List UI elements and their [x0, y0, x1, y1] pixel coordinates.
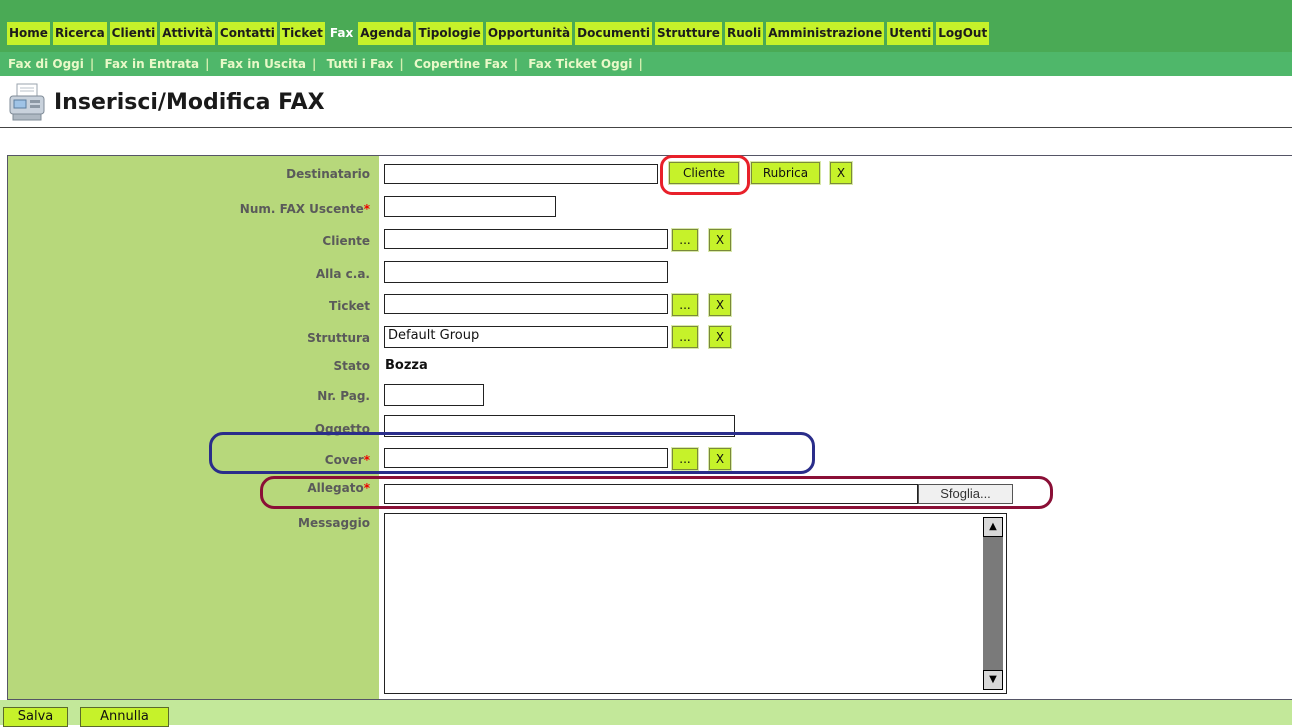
destinatario-clear-button[interactable]: X [829, 161, 853, 185]
menu-item-attivita[interactable]: Attività [160, 22, 215, 45]
messaggio-textarea[interactable]: ▲ ▼ [384, 513, 1007, 694]
alla-ca-label: Alla c.a. [315, 267, 370, 281]
sfoglia-button[interactable]: Sfoglia... [918, 484, 1013, 504]
subnav-separator: | [399, 57, 404, 71]
menu-item-ricerca[interactable]: Ricerca [52, 22, 107, 45]
struttura-input[interactable]: Default Group [384, 326, 668, 348]
scroll-up-arrow-icon[interactable]: ▲ [983, 517, 1003, 537]
oggetto-input[interactable] [384, 415, 735, 437]
menu-item-logout[interactable]: LogOut [936, 22, 990, 45]
subnav-separator: | [513, 57, 519, 71]
sub-navigation: Fax di Oggi | Fax in Entrata | Fax in Usci… [0, 52, 1292, 76]
action-bar [0, 700, 1292, 725]
ticket-clear-button[interactable]: X [708, 293, 732, 317]
menu-item-agenda[interactable]: Agenda [358, 22, 414, 45]
struttura-clear-button[interactable]: X [708, 325, 732, 349]
subnav-separator: | [89, 57, 95, 71]
fax-machine-icon [8, 82, 46, 122]
num-fax-input[interactable] [384, 196, 556, 217]
subnav-tutti-i-fax[interactable]: Tutti i Fax [327, 57, 394, 71]
salva-button[interactable]: Salva [3, 707, 68, 727]
cover-input[interactable] [384, 448, 668, 468]
menu-item-contatti[interactable]: Contatti [217, 22, 277, 45]
messaggio-label: Messaggio [298, 516, 370, 530]
required-asterisk: * [363, 453, 370, 467]
page-header: Inserisci/Modifica FAX [8, 80, 325, 124]
allegato-file-input[interactable] [384, 484, 918, 504]
menu-item-utenti[interactable]: Utenti [887, 22, 934, 45]
oggetto-label: Oggetto [314, 422, 370, 436]
num-fax-label: Num. FAX Uscente* [239, 202, 370, 216]
page-title: Inserisci/Modifica FAX [54, 89, 325, 115]
stato-label: Stato [333, 359, 370, 373]
ticket-label: Ticket [329, 299, 370, 313]
subnav-fax-in-uscita[interactable]: Fax in Uscita [220, 57, 306, 71]
menu-item-fax[interactable]: Fax [327, 22, 356, 45]
allegato-label: Allegato* [307, 481, 370, 495]
annulla-button[interactable]: Annulla [80, 707, 169, 727]
required-asterisk: * [363, 202, 370, 216]
menu-item-home[interactable]: Home [7, 22, 50, 45]
menu-item-tipologie[interactable]: Tipologie [416, 22, 483, 45]
menu-item-amministrazione[interactable]: Amministrazione [766, 22, 885, 45]
subnav-separator: | [638, 57, 643, 71]
scroll-down-arrow-icon[interactable]: ▼ [983, 670, 1003, 690]
title-divider [0, 127, 1292, 128]
main-menu: Home Ricerca Clienti Attività Contatti T… [7, 22, 990, 45]
alla-ca-input[interactable] [384, 261, 668, 283]
subnav-separator: | [205, 57, 210, 71]
cliente-button[interactable]: Cliente [668, 161, 740, 185]
cover-browse-button[interactable]: ... [671, 447, 699, 471]
destinatario-input[interactable] [384, 164, 658, 184]
subnav-fax-di-oggi[interactable]: Fax di Oggi [8, 57, 84, 71]
cliente-browse-button[interactable]: ... [671, 228, 699, 252]
struttura-label: Struttura [307, 331, 370, 345]
stato-value: Bozza [385, 358, 428, 373]
menu-item-clienti[interactable]: Clienti [109, 22, 158, 45]
rubrica-button[interactable]: Rubrica [750, 161, 821, 185]
menu-item-documenti[interactable]: Documenti [575, 22, 653, 45]
menu-item-ruoli[interactable]: Ruoli [724, 22, 764, 45]
cliente-input[interactable] [384, 229, 668, 249]
required-asterisk: * [363, 481, 370, 495]
destinatario-label: Destinatario [286, 167, 370, 181]
menu-item-strutture[interactable]: Strutture [655, 22, 722, 45]
message-scrollbar[interactable]: ▲ ▼ [983, 517, 1003, 690]
nr-pag-label: Nr. Pag. [317, 389, 370, 403]
ticket-input[interactable] [384, 294, 668, 314]
top-navigation: Home Ricerca Clienti Attività Contatti T… [0, 0, 1292, 52]
ticket-browse-button[interactable]: ... [671, 293, 699, 317]
subnav-fax-ticket-oggi[interactable]: Fax Ticket Oggi [528, 57, 632, 71]
struttura-browse-button[interactable]: ... [671, 325, 699, 349]
subnav-separator: | [312, 57, 317, 71]
subnav-copertine-fax[interactable]: Copertine Fax [414, 57, 508, 71]
menu-item-opportunita[interactable]: Opportunità [485, 22, 573, 45]
cover-label: Cover* [324, 453, 370, 467]
cliente-label: Cliente [322, 234, 370, 248]
cover-clear-button[interactable]: X [708, 447, 732, 471]
nr-pag-input[interactable] [384, 384, 484, 406]
subnav-fax-in-entrata[interactable]: Fax in Entrata [104, 57, 199, 71]
cliente-clear-button[interactable]: X [708, 228, 732, 252]
menu-item-ticket[interactable]: Ticket [279, 22, 325, 45]
